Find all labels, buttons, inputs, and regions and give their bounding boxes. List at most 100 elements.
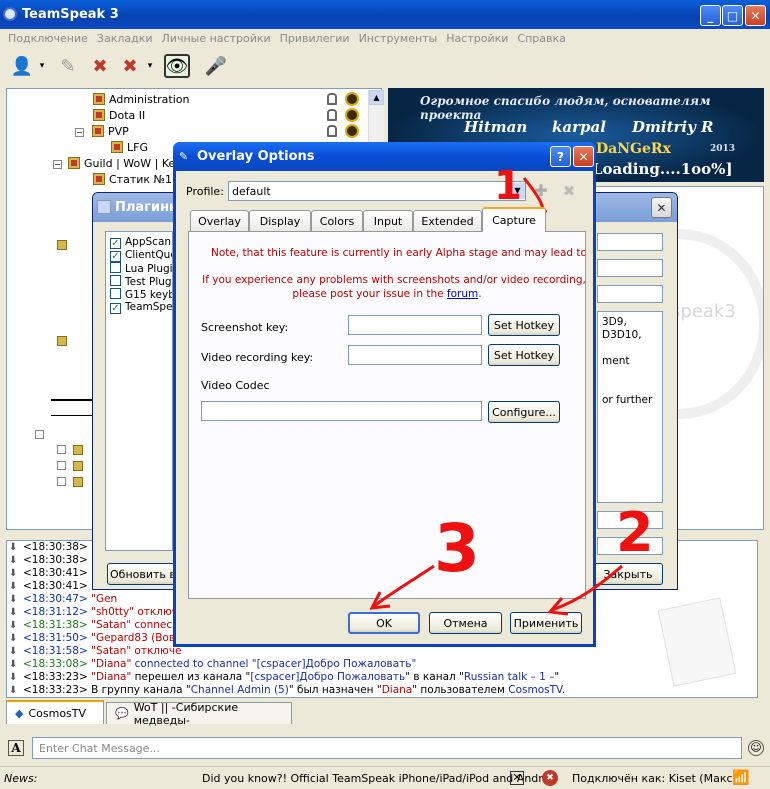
apply-button[interactable]: Применить xyxy=(510,612,582,634)
overlay-close-button[interactable]: ✕ xyxy=(573,146,594,167)
tree-item[interactable]: − Guild | WoW | Ke xyxy=(53,156,175,172)
connect-icon[interactable]: 👤 xyxy=(8,52,36,80)
collapse-icon[interactable] xyxy=(57,477,66,486)
tab-colors[interactable]: Colors xyxy=(311,210,363,231)
lock-icon xyxy=(327,109,337,121)
remove-profile-icon[interactable]: ✖ xyxy=(560,182,578,200)
banner-line3b: 2013 xyxy=(710,144,736,154)
chat-message-input[interactable]: Enter Chat Message... xyxy=(32,737,742,759)
overlay-wand-icon: ✎ xyxy=(179,150,189,163)
arrow-down-icon: ⬇ xyxy=(9,659,18,670)
channel-icon xyxy=(93,173,105,185)
emoticon-icon[interactable]: ☺ xyxy=(748,740,764,756)
plugin-item[interactable]: ✓ ClientQue xyxy=(110,249,172,262)
menu-settings[interactable]: Настройки xyxy=(442,32,513,45)
chat-line: ⬇ <18:30:38> xyxy=(9,554,88,566)
tab-wot-channel[interactable]: 💬 WoT || -Сибирские медведы- xyxy=(106,701,292,727)
expand-icon[interactable] xyxy=(57,445,66,454)
video-codec-input[interactable] xyxy=(201,401,482,421)
arrow-down-icon: ⬇ xyxy=(9,555,18,566)
plugins-close-button[interactable]: Закрыть xyxy=(593,563,663,585)
watermark-text: speak3 xyxy=(671,301,736,322)
disconnect-all-icon[interactable]: ✖ xyxy=(116,52,144,80)
forum-link[interactable]: forum xyxy=(447,288,478,300)
screenshot-set-hotkey-button[interactable]: Set Hotkey xyxy=(488,314,560,336)
close-news-icon[interactable]: ✕ xyxy=(510,771,524,785)
lock-icon xyxy=(327,125,337,137)
tree-item[interactable]: − PVP xyxy=(75,124,129,140)
tab-overlay[interactable]: Overlay xyxy=(190,210,249,231)
plugin-item[interactable]: Lua Plugi xyxy=(110,262,172,275)
expand-icon[interactable] xyxy=(57,461,66,470)
profile-label: Profile: xyxy=(186,185,224,198)
chat-line: ⬇ <18:31:12> "sh0tty" отключ xyxy=(9,606,178,618)
tab-extended[interactable]: Extended xyxy=(413,210,482,231)
menu-self[interactable]: Личные настройки xyxy=(158,32,276,45)
disconnect-icon[interactable]: ✖ xyxy=(86,52,114,80)
plugin-item[interactable]: Test Plug xyxy=(110,275,172,288)
close-window-button[interactable]: ✕ xyxy=(745,5,766,26)
signal-icon: 📶 xyxy=(732,770,750,786)
menu-tools[interactable]: Инструменты xyxy=(355,32,443,45)
profile-select[interactable]: default xyxy=(228,181,526,201)
menu-connections[interactable]: Подключение xyxy=(4,32,93,45)
chat-line: ⬇ <18:30:47> "Gen xyxy=(9,593,118,605)
plugin-checkbox[interactable] xyxy=(110,288,121,299)
plugin-checkbox[interactable]: ✓ xyxy=(110,238,121,249)
arrow-down-icon: ⬇ xyxy=(9,620,18,631)
chevron-down-icon-2[interactable]: ▾ xyxy=(144,52,156,80)
annotation-1: 1 xyxy=(494,163,522,209)
overlay-title-bar: Overlay Options xyxy=(173,142,596,171)
minimize-button[interactable]: _ xyxy=(700,5,721,26)
arrow-down-icon: ⬇ xyxy=(9,672,18,683)
tree-item[interactable]: Dota II xyxy=(93,108,145,124)
video-key-input[interactable] xyxy=(348,345,482,365)
tree-item[interactable]: Статик №1 xyxy=(93,172,172,188)
plugin-checkbox[interactable] xyxy=(110,262,121,273)
maximize-button[interactable]: □ xyxy=(722,5,743,26)
video-key-label: Video recording key: xyxy=(201,351,314,364)
tree-item[interactable]: LFG xyxy=(111,140,148,156)
banner-name-3: Dmitriy R xyxy=(632,118,714,136)
font-format-icon[interactable]: A xyxy=(8,740,24,756)
tab-display[interactable]: Display xyxy=(249,210,311,231)
channel-icon xyxy=(57,336,67,346)
plugin-item[interactable]: G15 keyb xyxy=(110,288,172,301)
microphone-icon[interactable]: 🎤 xyxy=(202,52,230,80)
banner-name-1: Hitman xyxy=(464,118,528,136)
tree-item[interactable]: Administration xyxy=(93,92,190,108)
update-all-button[interactable]: Обновить все xyxy=(107,563,175,585)
tab-input[interactable]: Input xyxy=(363,210,413,231)
plugin-item[interactable]: ✓ AppScann xyxy=(110,236,172,249)
add-profile-icon[interactable]: ✚ xyxy=(532,182,550,200)
ok-button[interactable]: OK xyxy=(348,612,420,634)
status-bar: News: Did you know?! Official TeamSpeak … xyxy=(0,766,770,789)
news-label: News: xyxy=(4,771,38,785)
tab-capture[interactable]: Capture xyxy=(482,207,546,232)
plugin-description: 3D9, D3D10, ment or further xyxy=(597,311,663,503)
collapse-icon[interactable]: − xyxy=(75,128,84,137)
plugin-checkbox[interactable]: ✓ xyxy=(110,251,121,262)
plugin-item[interactable]: ✓ TeamSpe xyxy=(110,301,172,314)
channel-icon xyxy=(57,240,67,250)
collapse-icon[interactable]: − xyxy=(53,160,62,169)
channel-icon xyxy=(73,461,83,471)
tab-cosmostv[interactable]: ◆ CosmosTV xyxy=(6,700,104,724)
collapse-icon[interactable] xyxy=(35,430,44,439)
scroll-up-arrow-icon[interactable]: ▲ xyxy=(369,90,384,105)
plugin-checkbox[interactable] xyxy=(110,275,121,286)
away-icon[interactable]: 👁 xyxy=(164,54,190,78)
help-button[interactable]: ? xyxy=(550,146,571,167)
menu-help[interactable]: Справка xyxy=(513,32,570,45)
chat-bubble-icon: 💬 xyxy=(115,707,129,720)
menu-bookmarks[interactable]: Закладки xyxy=(93,32,158,45)
configure-button[interactable]: Configure... xyxy=(488,401,560,423)
video-set-hotkey-button[interactable]: Set Hotkey xyxy=(488,344,560,366)
menu-permissions[interactable]: Привилегии xyxy=(276,32,355,45)
screenshot-key-input[interactable] xyxy=(348,315,482,335)
cancel-button[interactable]: Отмена xyxy=(429,612,502,634)
chevron-down-icon[interactable]: ▾ xyxy=(36,52,48,80)
bookmark-icon[interactable]: ✎ xyxy=(54,52,82,80)
plugin-checkbox[interactable]: ✓ xyxy=(110,303,121,314)
video-codec-label: Video Codec xyxy=(201,379,270,392)
